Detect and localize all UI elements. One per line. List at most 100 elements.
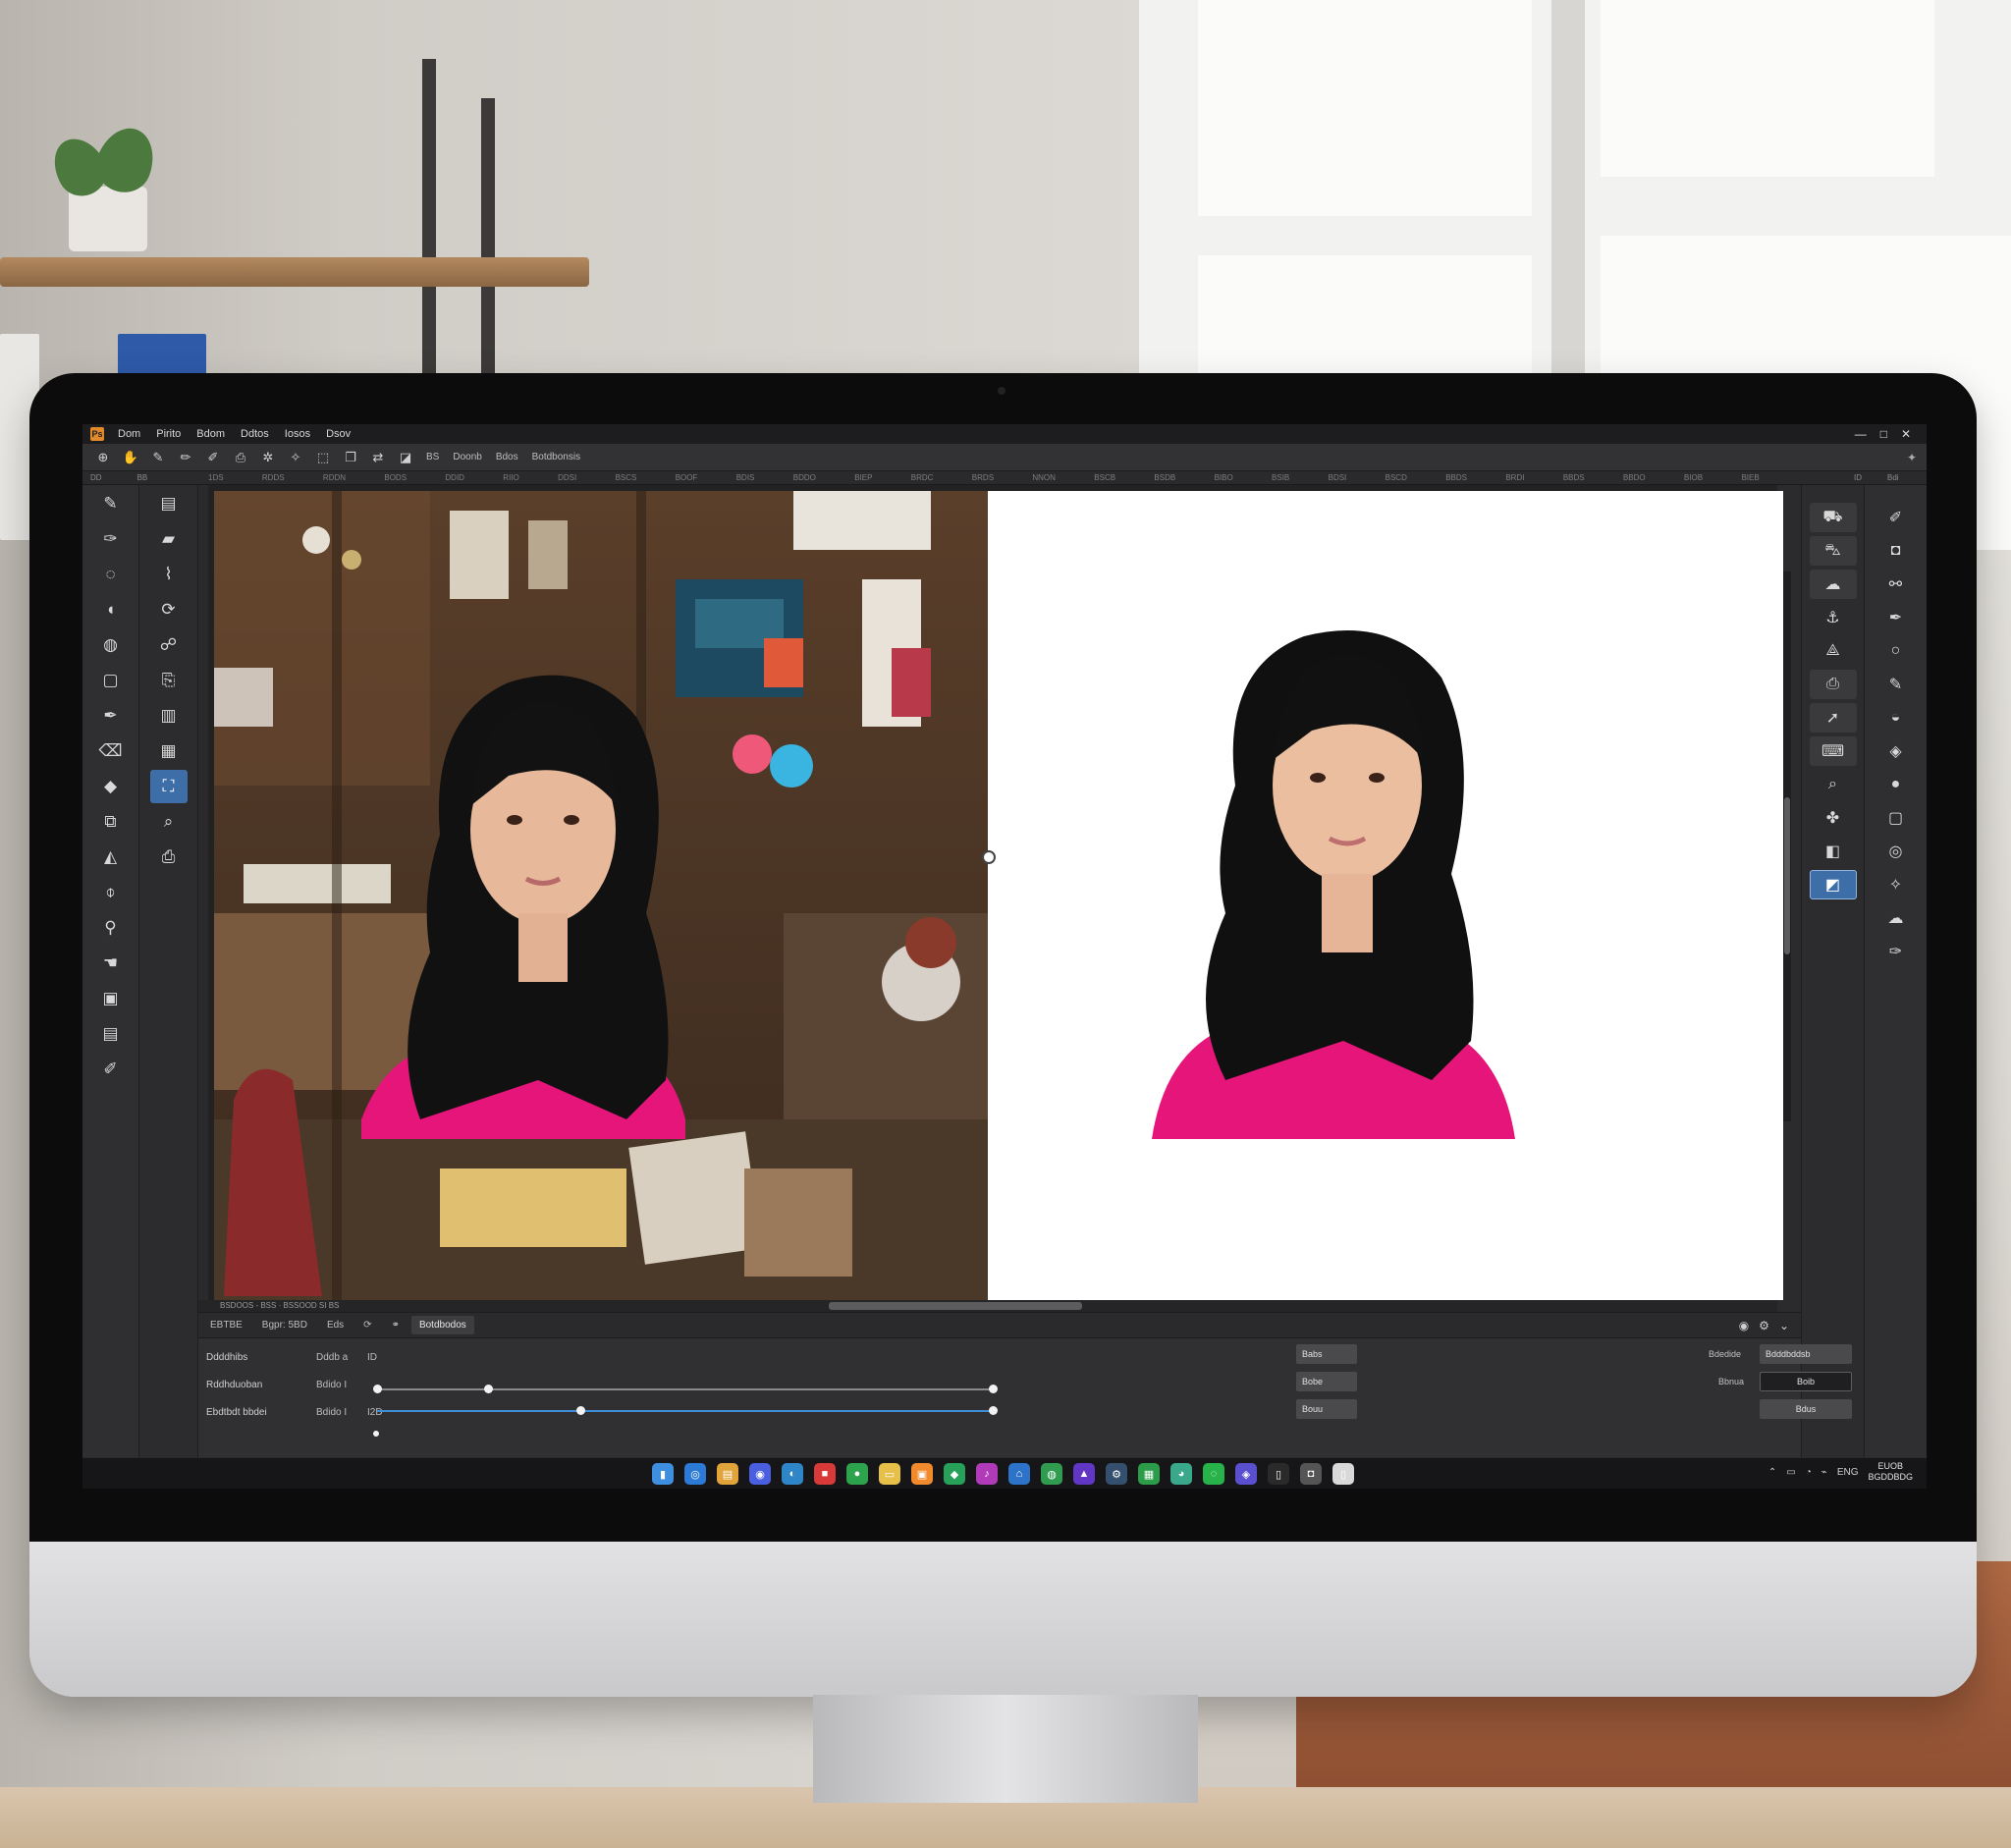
- history-icon[interactable]: ⟳: [150, 593, 188, 626]
- sponge-icon[interactable]: ◈: [1873, 736, 1920, 766]
- mask-icon[interactable]: ◪: [395, 448, 416, 467]
- cube-icon[interactable]: ⬚: [312, 448, 334, 467]
- text-layer-icon[interactable]: ⌨: [1809, 736, 1857, 766]
- docs-icon[interactable]: ▣: [911, 1463, 933, 1485]
- anchor-icon[interactable]: ⚓: [1810, 603, 1857, 632]
- brush-tool-icon[interactable]: ✎: [92, 487, 130, 520]
- settings-icon[interactable]: ⚙: [1759, 1319, 1769, 1332]
- path-icon[interactable]: ⌇: [150, 558, 188, 591]
- close-button[interactable]: ✕: [1901, 427, 1911, 441]
- menu-item[interactable]: Dom: [110, 428, 148, 440]
- stamp-icon[interactable]: ⎙: [230, 448, 251, 467]
- wifi-icon[interactable]: ◔: [1806, 1467, 1812, 1478]
- background-removed-photo[interactable]: [990, 491, 1783, 1300]
- slider-max-knob[interactable]: [989, 1385, 998, 1393]
- libraries-icon[interactable]: ▦: [150, 734, 188, 768]
- preset-dropdown[interactable]: Bdddbddsb: [1760, 1344, 1852, 1364]
- horizontal-scroll-thumb[interactable]: [829, 1302, 1082, 1310]
- gradient-icon[interactable]: ◭: [92, 841, 130, 874]
- collapse-icon[interactable]: ⌄: [1779, 1319, 1789, 1332]
- sheets-icon[interactable]: ▦: [1138, 1463, 1160, 1485]
- select-subject-icon[interactable]: ⛶: [149, 770, 188, 803]
- truck-icon[interactable]: ⛟: [1809, 503, 1857, 532]
- language-indicator[interactable]: ENG: [1837, 1467, 1859, 1478]
- edge-icon[interactable]: ◐: [782, 1463, 803, 1485]
- printer-icon[interactable]: ⎙: [1809, 670, 1857, 699]
- globe-icon[interactable]: ⊕: [92, 448, 114, 467]
- circle-icon[interactable]: ○: [1873, 636, 1920, 666]
- square-icon[interactable]: ◘: [1873, 536, 1920, 566]
- secondary-button[interactable]: Bdus: [1760, 1399, 1852, 1419]
- print-icon[interactable]: ⎙: [150, 841, 188, 874]
- browser-icon[interactable]: ◎: [684, 1463, 706, 1485]
- bin-icon[interactable]: ▯: [1332, 1463, 1354, 1485]
- vertical-scroll-thumb[interactable]: [1784, 797, 1790, 954]
- fill-icon[interactable]: ◆: [92, 770, 130, 803]
- row-button[interactable]: Bouu: [1296, 1399, 1357, 1419]
- tab-eds[interactable]: Eds: [319, 1316, 352, 1334]
- tab-edits[interactable]: EBTBE: [202, 1316, 250, 1334]
- slider-max-knob[interactable]: [989, 1406, 998, 1415]
- crop-icon[interactable]: ⧉: [92, 805, 130, 839]
- healing-icon[interactable]: ✐: [202, 448, 224, 467]
- ball-icon[interactable]: ●: [1873, 770, 1920, 799]
- gear-icon[interactable]: ✲: [257, 448, 279, 467]
- compare-divider[interactable]: [988, 491, 990, 1300]
- edit-icon[interactable]: ✐: [92, 1053, 130, 1086]
- phone-icon[interactable]: ◆: [944, 1463, 965, 1485]
- quill-icon[interactable]: ✎: [1873, 670, 1920, 699]
- slider-track[interactable]: [377, 1410, 993, 1412]
- search-icon[interactable]: ⌕: [150, 805, 188, 839]
- wand-tool-icon[interactable]: ✧: [1873, 870, 1920, 899]
- option-label[interactable]: Bdos: [492, 452, 522, 462]
- tab-active[interactable]: Botdbodos: [410, 1316, 474, 1334]
- notes-icon[interactable]: ▭: [879, 1463, 900, 1485]
- folder-icon[interactable]: ▤: [717, 1463, 738, 1485]
- menu-item[interactable]: Dsov: [318, 428, 358, 440]
- screen-mode-icon[interactable]: ▤: [92, 1017, 130, 1051]
- original-photo[interactable]: [214, 491, 988, 1300]
- compass-icon[interactable]: ⟁: [1810, 636, 1857, 666]
- row-button[interactable]: Babs: [1296, 1344, 1357, 1364]
- chrome-icon[interactable]: ◍: [1041, 1463, 1062, 1485]
- menu-item[interactable]: Pirito: [148, 428, 189, 440]
- dodge-icon[interactable]: ⚲: [92, 911, 130, 945]
- terminal-icon[interactable]: ▯: [1268, 1463, 1289, 1485]
- photos-icon[interactable]: ▲: [1073, 1463, 1095, 1485]
- pin-icon[interactable]: ✦: [1907, 451, 1917, 464]
- properties-icon[interactable]: ▥: [150, 699, 188, 733]
- slider-min-knob[interactable]: [373, 1385, 382, 1393]
- pen-tool-icon[interactable]: ✒: [92, 699, 130, 733]
- stack-icon[interactable]: ▰: [150, 522, 188, 556]
- chat-icon[interactable]: ●: [846, 1463, 868, 1485]
- shape-icon[interactable]: ▢: [1873, 803, 1920, 833]
- music-icon[interactable]: ♪: [976, 1463, 998, 1485]
- camera-icon[interactable]: ◘: [1300, 1463, 1322, 1485]
- panels-icon[interactable]: ◧: [1810, 837, 1857, 866]
- menu-item[interactable]: Ddtos: [233, 428, 277, 440]
- files-app-icon[interactable]: ▮: [652, 1463, 674, 1485]
- layers-panel-icon[interactable]: ▤: [150, 487, 188, 520]
- wand-icon[interactable]: ✧: [285, 448, 306, 467]
- menu-item[interactable]: Bdom: [189, 428, 233, 440]
- bucket-icon[interactable]: ◒: [1873, 703, 1920, 733]
- arrow-icon[interactable]: ➚: [1809, 703, 1857, 733]
- option-label[interactable]: Botdbonsis: [528, 452, 584, 462]
- battery-icon[interactable]: ▭: [1786, 1467, 1795, 1478]
- minimize-button[interactable]: —: [1855, 427, 1867, 441]
- eraser-icon[interactable]: ⌫: [92, 734, 130, 768]
- refresh-icon[interactable]: ⟳: [355, 1316, 379, 1334]
- eyedropper-icon[interactable]: ⌽: [92, 876, 130, 909]
- apply-button[interactable]: Boib: [1760, 1372, 1852, 1391]
- swap-icon[interactable]: ⇄: [367, 448, 389, 467]
- image-layer-icon[interactable]: ◩: [1809, 870, 1857, 899]
- tray-up-icon[interactable]: ⌃: [1768, 1467, 1776, 1478]
- slider-track[interactable]: [377, 1388, 993, 1390]
- channels-icon[interactable]: ⎘: [150, 664, 188, 697]
- teams-icon[interactable]: ◈: [1235, 1463, 1257, 1485]
- media-icon[interactable]: ■: [814, 1463, 836, 1485]
- puzzle-icon[interactable]: ✤: [1810, 803, 1857, 833]
- clock[interactable]: EUOB BGDDBDG: [1868, 1461, 1913, 1483]
- spot-healing-icon[interactable]: ✑: [92, 522, 130, 556]
- dropper-icon[interactable]: ✑: [1873, 937, 1920, 966]
